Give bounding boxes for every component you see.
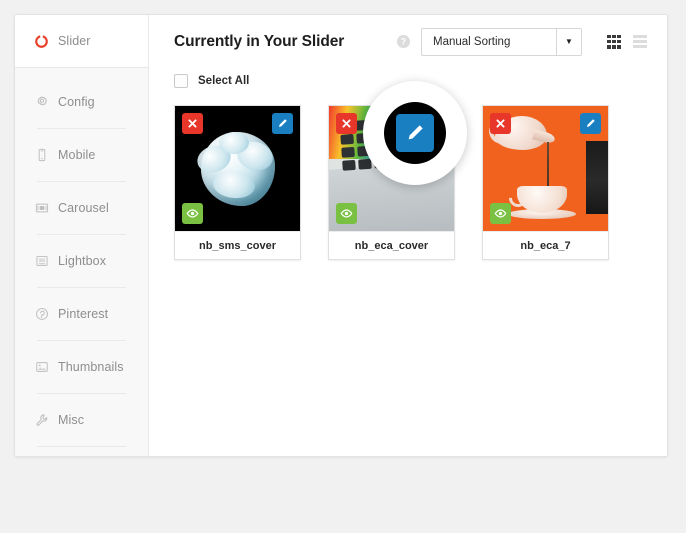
chevron-down-icon: ▼ — [556, 28, 581, 55]
thumbnails-icon — [36, 362, 48, 372]
sorting-select[interactable]: Manual Sorting ▼ — [421, 27, 582, 56]
sidebar-nav: Config Mobile Carousel Lightbox Pinteres… — [15, 68, 148, 447]
eye-icon — [494, 209, 507, 218]
slide-card[interactable]: nb_eca_7 — [482, 105, 609, 260]
question-mark-circle-icon[interactable]: ? — [396, 34, 411, 49]
eye-icon — [186, 209, 199, 218]
delete-button[interactable] — [336, 113, 357, 134]
sidebar-item-lightbox[interactable]: Lightbox — [15, 235, 148, 287]
header-controls: ? Manual Sorting ▼ — [396, 27, 647, 56]
sidebar-item-config[interactable]: Config — [15, 76, 148, 128]
sorting-select-value: Manual Sorting — [433, 35, 511, 48]
magnified-edit-button[interactable] — [396, 114, 434, 152]
sidebar-divider — [37, 446, 126, 447]
wrench-icon — [36, 414, 48, 426]
sidebar-item-thumbnails[interactable]: Thumbnails — [15, 341, 148, 393]
sidebar-item-label: Config — [58, 95, 95, 109]
carousel-icon — [35, 203, 49, 213]
sidebar-item-label: Mobile — [58, 148, 96, 162]
mobile-phone-icon — [38, 148, 46, 162]
sidebar: Slider Config Mobile Carousel Lightbox P… — [15, 15, 149, 456]
sidebar-item-pinterest[interactable]: Pinterest — [15, 288, 148, 340]
gear-icon — [37, 96, 48, 106]
slide-thumbnail — [175, 106, 300, 231]
pencil-icon — [587, 119, 595, 127]
close-x-icon — [188, 119, 197, 128]
sidebar-item-label: Misc — [58, 413, 85, 427]
select-all-label: Select All — [198, 75, 250, 87]
visibility-button[interactable] — [490, 203, 511, 224]
eye-icon — [340, 209, 353, 218]
sidebar-item-mobile[interactable]: Mobile — [15, 129, 148, 181]
close-x-icon — [342, 119, 351, 128]
brand-header[interactable]: Slider — [15, 15, 148, 68]
slider-ring-icon — [35, 34, 48, 48]
sidebar-item-label: Lightbox — [58, 254, 107, 268]
select-all-checkbox[interactable] — [174, 74, 188, 88]
visibility-button[interactable] — [336, 203, 357, 224]
list-view-button[interactable] — [633, 34, 647, 49]
delete-button[interactable] — [182, 113, 203, 134]
slider-admin-panel: Slider Config Mobile Carousel Lightbox P… — [14, 14, 668, 457]
grid-view-button[interactable] — [607, 34, 621, 49]
visibility-button[interactable] — [182, 203, 203, 224]
sidebar-item-misc[interactable]: Misc — [15, 394, 148, 446]
sidebar-item-label: Carousel — [58, 201, 109, 215]
sidebar-item-carousel[interactable]: Carousel — [15, 182, 148, 234]
magnifier-lens — [384, 102, 446, 164]
slide-thumbnail — [483, 106, 608, 231]
slide-caption: nb_sms_cover — [175, 231, 300, 259]
sidebar-item-label: Thumbnails — [58, 360, 124, 374]
lightbox-icon — [36, 255, 48, 267]
slide-card[interactable]: nb_sms_cover — [174, 105, 301, 260]
slide-caption: nb_eca_cover — [329, 231, 454, 259]
edit-button[interactable] — [580, 113, 601, 134]
main-content: Currently in Your Slider ? Manual Sortin… — [149, 15, 667, 456]
delete-button[interactable] — [490, 113, 511, 134]
page-title: Currently in Your Slider — [174, 32, 345, 50]
pinterest-icon — [36, 308, 48, 320]
svg-text:?: ? — [401, 37, 406, 47]
edit-button[interactable] — [272, 113, 293, 134]
sidebar-item-label: Pinterest — [58, 307, 109, 321]
slide-caption: nb_eca_7 — [483, 231, 608, 259]
brand-label: Slider — [58, 34, 91, 48]
main-header: Currently in Your Slider ? Manual Sortin… — [149, 15, 667, 68]
pencil-icon — [408, 125, 423, 140]
close-x-icon — [496, 119, 505, 128]
pencil-icon — [279, 119, 287, 127]
view-toggle — [595, 34, 647, 49]
magnifier-overlay — [363, 81, 467, 185]
